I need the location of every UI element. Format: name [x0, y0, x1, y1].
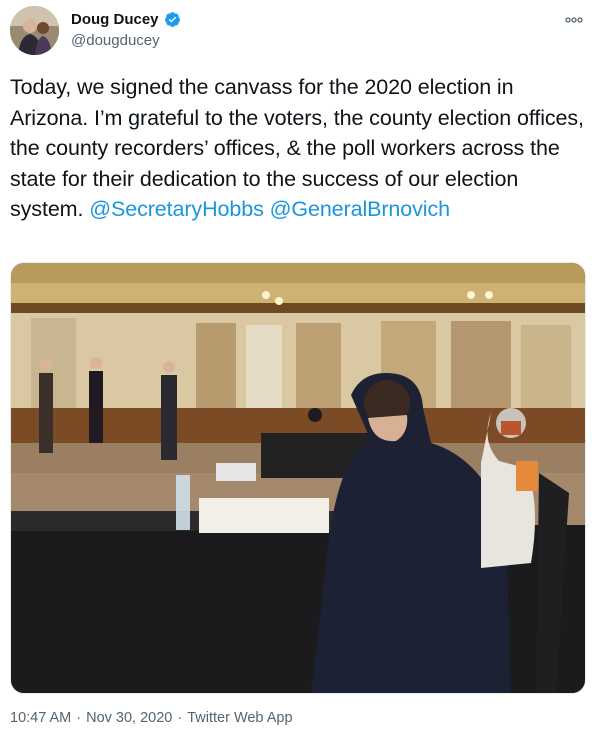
- tweet-time[interactable]: 10:47 AM: [10, 710, 71, 726]
- tweet-meta: 10:47 AM · Nov 30, 2020 · Twitter Web Ap…: [10, 710, 293, 726]
- display-name[interactable]: Doug Ducey: [71, 11, 159, 28]
- tweet-photo[interactable]: [10, 262, 586, 694]
- mention-generalbrnovich[interactable]: @GeneralBrnovich: [270, 197, 450, 221]
- tweet-header: Doug Ducey @dougducey: [10, 6, 590, 56]
- more-dots-icon[interactable]: [564, 10, 584, 30]
- meta-separator: ·: [177, 710, 183, 726]
- name-row: Doug Ducey: [71, 11, 181, 28]
- tweet-text: Today, we signed the canvass for the 202…: [10, 72, 592, 225]
- avatar[interactable]: [10, 6, 59, 55]
- mention-secretaryhobbs[interactable]: @SecretaryHobbs: [89, 197, 264, 221]
- tweet-date[interactable]: Nov 30, 2020: [86, 710, 172, 726]
- meta-separator: ·: [76, 710, 82, 726]
- verified-badge-icon: [164, 11, 181, 28]
- handle[interactable]: @dougducey: [71, 32, 160, 49]
- tweet-source[interactable]: Twitter Web App: [187, 710, 292, 726]
